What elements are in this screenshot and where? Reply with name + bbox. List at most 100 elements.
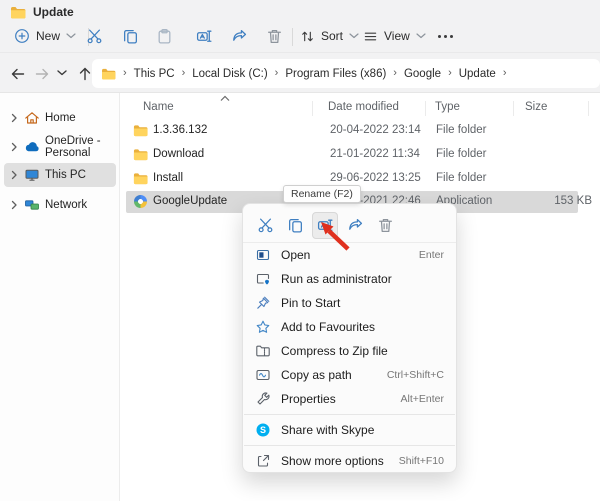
star-icon — [255, 319, 271, 335]
new-button-label: New — [36, 29, 60, 43]
open-icon — [255, 247, 271, 263]
forward-icon[interactable] — [34, 66, 50, 82]
new-button[interactable]: New — [14, 22, 76, 50]
rename-icon[interactable] — [312, 212, 338, 239]
cut-icon[interactable] — [86, 28, 103, 45]
breadcrumb-local-disk[interactable]: Local Disk (C:) — [192, 68, 267, 80]
breadcrumb-chevron[interactable]: › — [275, 67, 279, 79]
folder-icon — [133, 172, 148, 185]
chevron-right-icon[interactable] — [9, 142, 19, 152]
window-tab[interactable]: Update — [10, 4, 74, 20]
sidebar-item-label: Home — [45, 112, 76, 124]
sidebar-item-network[interactable]: Network — [4, 193, 116, 217]
breadcrumb-chevron[interactable]: › — [448, 67, 452, 79]
menu-item-label: Pin to Start — [281, 296, 340, 310]
file-name: GoogleUpdate — [153, 195, 227, 207]
rename-tooltip: Rename (F2) — [283, 185, 361, 203]
command-bar: New Sort View — [0, 22, 600, 53]
view-button[interactable]: View — [363, 22, 426, 50]
this-pc-icon — [24, 167, 40, 183]
menu-item-label: Run as administrator — [281, 272, 392, 286]
menu-item-open[interactable]: Open Enter — [243, 243, 456, 267]
column-header-date[interactable]: Date modified — [328, 101, 399, 113]
back-icon[interactable] — [10, 66, 26, 82]
file-type: File folder — [436, 148, 487, 160]
svg-text:S: S — [260, 425, 266, 435]
window-tab-title: Update — [33, 5, 74, 19]
skype-icon: S — [255, 422, 271, 438]
file-row[interactable]: 1.3.36.132 20-04-2022 23:14 File folder — [126, 120, 578, 142]
column-divider[interactable] — [513, 101, 514, 116]
chevron-down-icon — [66, 33, 76, 39]
breadcrumb-this-pc[interactable]: This PC — [134, 68, 175, 80]
navigation-bar: › This PC › Local Disk (C:) › Program Fi… — [0, 56, 600, 92]
file-size: 153 KB — [512, 195, 592, 207]
context-menu-icon-strip — [243, 208, 456, 243]
menu-item-pin-to-start[interactable]: Pin to Start — [243, 291, 456, 315]
paste-icon[interactable] — [156, 28, 173, 45]
file-name: Download — [153, 148, 204, 160]
menu-item-show-more-options[interactable]: Show more options Shift+F10 — [243, 449, 456, 473]
file-type: File folder — [436, 124, 487, 136]
chevron-right-icon[interactable] — [9, 200, 19, 210]
view-icon — [363, 29, 378, 44]
file-date: 20-04-2022 23:14 — [330, 124, 421, 136]
menu-item-add-to-favourites[interactable]: Add to Favourites — [243, 315, 456, 339]
column-header-type[interactable]: Type — [435, 101, 460, 113]
menu-separator — [244, 414, 455, 415]
folder-icon — [133, 148, 148, 161]
share-icon[interactable] — [231, 28, 248, 45]
menu-item-shortcut: Alt+Enter — [401, 393, 444, 405]
menu-item-share-with-skype[interactable]: S Share with Skype — [243, 418, 456, 442]
sort-button-label: Sort — [321, 29, 343, 43]
wrench-icon — [255, 391, 271, 407]
sidebar-item-home[interactable]: Home — [4, 106, 116, 130]
zip-folder-icon — [255, 343, 271, 359]
delete-icon[interactable] — [372, 212, 398, 239]
file-date: 21-01-2022 11:34 — [330, 148, 420, 160]
column-header-size[interactable]: Size — [525, 101, 547, 113]
file-row[interactable]: Download 21-01-2022 11:34 File folder — [126, 144, 578, 166]
breadcrumb-google[interactable]: Google — [404, 68, 441, 80]
breadcrumb-program-files[interactable]: Program Files (x86) — [285, 68, 386, 80]
breadcrumb-chevron[interactable]: › — [182, 67, 186, 79]
column-divider[interactable] — [588, 101, 589, 116]
menu-item-run-as-administrator[interactable]: Run as administrator — [243, 267, 456, 291]
column-divider[interactable] — [312, 101, 313, 116]
breadcrumb-update[interactable]: Update — [459, 68, 496, 80]
menu-item-compress-to-zip[interactable]: Compress to Zip file — [243, 339, 456, 363]
up-icon[interactable] — [77, 66, 93, 82]
chevron-right-icon[interactable] — [9, 170, 19, 180]
see-more-button[interactable] — [438, 22, 453, 50]
column-divider[interactable] — [425, 101, 426, 116]
copy-icon[interactable] — [122, 28, 139, 45]
pin-icon — [255, 295, 271, 311]
sidebar-item-onedrive[interactable]: OneDrive - Personal — [4, 135, 116, 159]
menu-item-copy-as-path[interactable]: Copy as path Ctrl+Shift+C — [243, 363, 456, 387]
file-explorer-window: Update New Sort View — [0, 0, 600, 501]
menu-item-label: Share with Skype — [281, 423, 374, 437]
chevron-right-icon[interactable] — [9, 113, 19, 123]
cut-icon[interactable] — [252, 212, 278, 239]
column-header-name[interactable]: Name — [143, 101, 174, 113]
file-name: Install — [153, 172, 183, 184]
chevron-down-icon — [416, 33, 426, 39]
delete-icon[interactable] — [266, 28, 283, 45]
rename-icon[interactable] — [196, 28, 213, 45]
sidebar-item-this-pc[interactable]: This PC — [4, 163, 116, 187]
address-bar[interactable]: › This PC › Local Disk (C:) › Program Fi… — [92, 59, 600, 88]
file-type: File folder — [436, 172, 487, 184]
share-icon[interactable] — [342, 212, 368, 239]
breadcrumb-chevron[interactable]: › — [503, 67, 507, 79]
copy-path-icon — [255, 367, 271, 383]
menu-item-properties[interactable]: Properties Alt+Enter — [243, 387, 456, 411]
menu-item-label: Compress to Zip file — [281, 344, 388, 358]
file-name: 1.3.36.132 — [153, 124, 207, 136]
ellipsis-icon — [438, 35, 453, 38]
sort-button[interactable]: Sort — [300, 22, 359, 50]
navigation-pane: Home OneDrive - Personal This PC Network — [0, 93, 120, 501]
recent-locations-icon[interactable] — [57, 70, 73, 86]
breadcrumb-chevron[interactable]: › — [123, 67, 127, 79]
breadcrumb-chevron[interactable]: › — [393, 67, 397, 79]
copy-icon[interactable] — [282, 212, 308, 239]
